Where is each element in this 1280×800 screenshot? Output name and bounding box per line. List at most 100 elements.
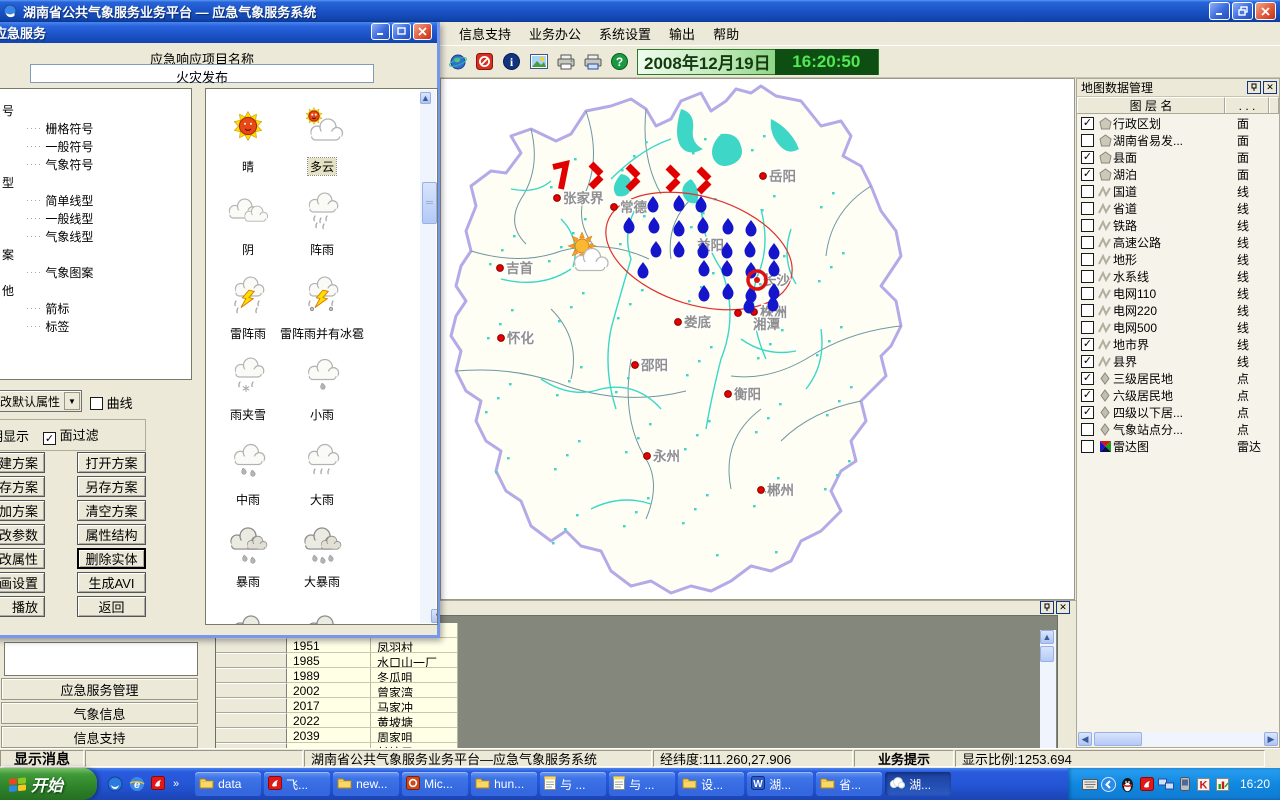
image-icon[interactable]: [529, 53, 548, 71]
weather-symbol-label[interactable]: 大雨: [308, 491, 336, 508]
layer-name[interactable]: 铁路: [1113, 217, 1237, 234]
dialog-button-加方案[interactable]: 加方案: [0, 500, 45, 521]
sidebar-button-气象信息[interactable]: 气象信息: [1, 702, 198, 724]
dialog-button-返回[interactable]: 返回: [77, 596, 146, 617]
info-icon[interactable]: i: [502, 53, 521, 71]
default-attr-dropdown[interactable]: 改默认属性 ▼: [0, 390, 82, 412]
layer-row-六级居民地[interactable]: ✓ 六级居民地 点: [1077, 387, 1279, 404]
filter-checkbox[interactable]: ✓ 面过滤: [43, 425, 99, 445]
layer-checkbox[interactable]: [1081, 270, 1094, 283]
tray-device-icon[interactable]: [1177, 776, 1193, 792]
layer-more-column-header[interactable]: . . .: [1225, 97, 1269, 113]
layer-row-省道[interactable]: 省道 线: [1077, 200, 1279, 217]
weather-symbol-sleet-icon[interactable]: [226, 356, 270, 396]
tree-node[interactable]: 型: [0, 173, 191, 191]
close-button[interactable]: [1255, 2, 1276, 20]
tray-feixin-icon[interactable]: [1139, 776, 1155, 792]
dialog-button-另存方案[interactable]: 另存方案: [77, 476, 146, 497]
dialog-close-button[interactable]: [413, 23, 432, 40]
layer-name[interactable]: 湖南省易发...: [1113, 132, 1237, 149]
layer-checkbox[interactable]: ✓: [1081, 338, 1094, 351]
dialog-titlebar[interactable]: 应急服务: [0, 22, 437, 43]
dialog-button-存方案[interactable]: 存方案: [0, 476, 45, 497]
layer-row-电网220[interactable]: 电网220 线: [1077, 302, 1279, 319]
dialog-button-建方案[interactable]: 建方案: [0, 452, 45, 473]
menu-item-信息支持[interactable]: 信息支持: [450, 21, 520, 46]
menu-item-业务办公[interactable]: 业务办公: [520, 21, 590, 46]
weather-symbol-label[interactable]: 小雨: [308, 406, 336, 423]
fetion-icon[interactable]: [151, 776, 167, 792]
dialog-button-改属性[interactable]: 改属性: [0, 548, 45, 569]
bottom-vscrollbar[interactable]: ▲ ▼: [1040, 630, 1056, 749]
weather-symbol-label[interactable]: 大暴雨: [302, 573, 342, 590]
layer-name[interactable]: 电网220: [1113, 302, 1237, 319]
weather-symbol-thunder-icon[interactable]: [226, 276, 270, 316]
layer-checkbox[interactable]: [1081, 134, 1094, 147]
tree-leaf[interactable]: ···· 一般符号: [0, 137, 191, 155]
layer-checkbox[interactable]: [1081, 202, 1094, 215]
layer-row-县面[interactable]: ✓ 县面 面: [1077, 149, 1279, 166]
sidebar-button-信息支持[interactable]: 信息支持: [1, 726, 198, 748]
dialog-button-属性结构[interactable]: 属性结构: [77, 524, 146, 545]
tray-keyboard-icon[interactable]: [1082, 776, 1098, 792]
globe-icon[interactable]: [448, 53, 467, 71]
tree-leaf[interactable]: ···· 箭标: [0, 299, 191, 317]
layer-name[interactable]: 雷达图: [1113, 438, 1237, 455]
layer-checkbox[interactable]: ✓: [1081, 372, 1094, 385]
weather-symbol-thunder-hail-icon[interactable]: [300, 276, 344, 316]
layer-checkbox[interactable]: ✓: [1081, 168, 1094, 181]
pin-icon[interactable]: [1247, 81, 1261, 94]
curve-checkbox[interactable]: 曲线: [90, 393, 133, 412]
weather-symbol-label[interactable]: 暴雨: [234, 573, 262, 590]
stop-icon[interactable]: [475, 53, 494, 71]
layer-name[interactable]: 省道: [1113, 200, 1237, 217]
layer-panel-hscrollbar[interactable]: ◀ ▶: [1078, 732, 1278, 746]
layer-row-地形[interactable]: 地形 线: [1077, 251, 1279, 268]
weather-symbol-sun-cloud-icon[interactable]: [300, 106, 344, 146]
table-row[interactable]: 1989 冬瓜咀: [216, 668, 458, 683]
checkbox-icon[interactable]: [90, 397, 103, 410]
pin-icon[interactable]: [1040, 601, 1054, 614]
dialog-maximize-button[interactable]: [392, 23, 411, 40]
layer-row-三级居民地[interactable]: ✓ 三级居民地 点: [1077, 370, 1279, 387]
taskbar-task-data[interactable]: data: [195, 772, 261, 796]
layer-row-县界[interactable]: ✓ 县界 线: [1077, 353, 1279, 370]
weather-symbol-list[interactable]: 晴多云阴阵雨雷阵雨雷阵雨并有冰雹雨夹雪小雨中雨大雨暴雨大暴雨 ▲ ▼: [205, 88, 438, 625]
tray-qq-icon[interactable]: [1120, 776, 1136, 792]
taskbar-task-飞...[interactable]: 飞...: [264, 772, 330, 796]
weather-symbol-cloud-top-icon[interactable]: [300, 609, 344, 625]
layer-name[interactable]: 地形: [1113, 251, 1237, 268]
layer-row-湖泊[interactable]: ✓ 湖泊 面: [1077, 166, 1279, 183]
taskbar-task-hun...[interactable]: hun...: [471, 772, 537, 796]
layer-row-高速公路[interactable]: 高速公路 线: [1077, 234, 1279, 251]
layer-checkbox[interactable]: [1081, 287, 1094, 300]
layer-checkbox[interactable]: [1081, 253, 1094, 266]
project-name-input[interactable]: 火灾发布: [30, 64, 374, 83]
layer-row-四级以下居...[interactable]: ✓ 四级以下居... 点: [1077, 404, 1279, 421]
layer-row-电网500[interactable]: 电网500 线: [1077, 319, 1279, 336]
weather-symbol-label[interactable]: 晴: [240, 158, 256, 175]
restore-button[interactable]: [1232, 2, 1253, 20]
tray-collapse-icon[interactable]: [1101, 776, 1117, 792]
checkbox-icon[interactable]: ✓: [43, 432, 56, 445]
close-panel-icon[interactable]: ✕: [1056, 601, 1070, 614]
layer-name[interactable]: 县面: [1113, 149, 1237, 166]
taskbar-task-new...[interactable]: new...: [333, 772, 399, 796]
weather-symbol-label[interactable]: 雷阵雨并有冰雹: [278, 325, 366, 342]
layer-name[interactable]: 电网110: [1113, 285, 1237, 302]
tray-network-icon[interactable]: [1158, 776, 1174, 792]
menu-item-输出[interactable]: 输出: [660, 21, 704, 46]
layer-name[interactable]: 县界: [1113, 353, 1237, 370]
chevron-more-icon[interactable]: »: [173, 778, 179, 790]
chevron-down-icon[interactable]: ▼: [64, 392, 80, 410]
dialog-button-播放[interactable]: 播放: [0, 596, 45, 617]
layer-name[interactable]: 高速公路: [1113, 234, 1237, 251]
scroll-up-icon[interactable]: ▲: [1040, 630, 1054, 644]
taskbar-task-与 ...[interactable]: 与 ...: [540, 772, 606, 796]
weather-symbol-sun-icon[interactable]: [226, 106, 270, 146]
layer-row-湖南省易发...[interactable]: 湖南省易发... 面: [1077, 132, 1279, 149]
weather-symbol-storm-big-icon[interactable]: [300, 526, 344, 566]
dialog-button-改参数[interactable]: 改参数: [0, 524, 45, 545]
layer-row-地市界[interactable]: ✓ 地市界 线: [1077, 336, 1279, 353]
layer-checkbox[interactable]: ✓: [1081, 355, 1094, 368]
